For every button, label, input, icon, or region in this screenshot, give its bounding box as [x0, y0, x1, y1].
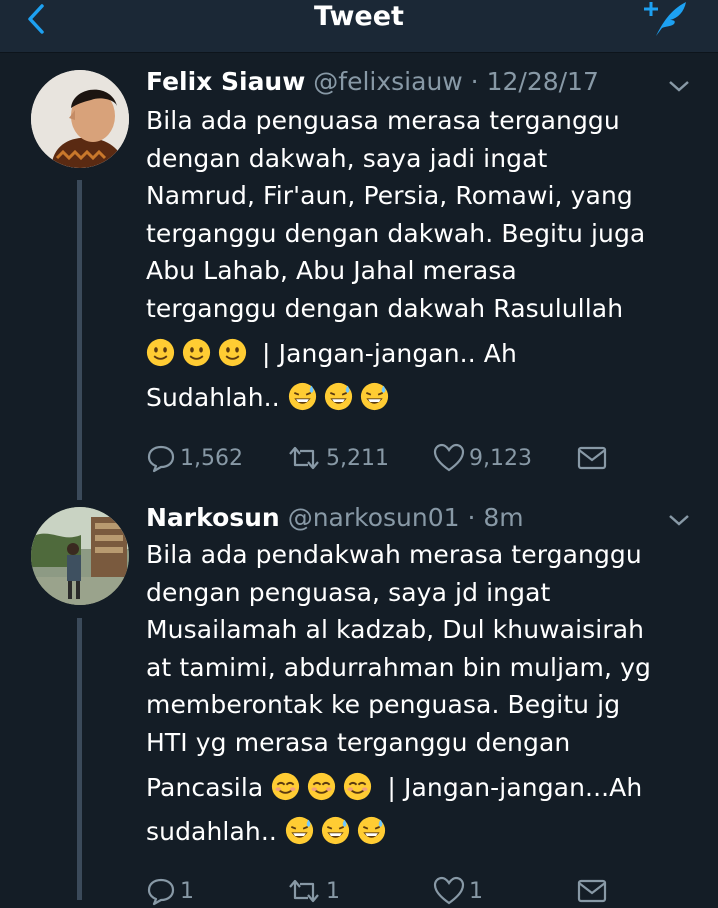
text-line: Abu Lahab, Abu Jahal merasa [146, 256, 517, 285]
text-line: terganggu dengan dakwah Rasulullah [146, 293, 624, 323]
author-handle[interactable]: @narkosun01 [288, 503, 460, 532]
text-fragment: | Jangan-jangan...Ah [379, 773, 643, 802]
text-fragment: Pancasila [146, 773, 272, 802]
text-fragment: | Jangan-jangan.. Ah [254, 339, 517, 368]
top-bar: Tweet [0, 0, 718, 53]
smile-emoji-icon [146, 338, 175, 367]
text-line: Namrud, Fir'aun, Persia, Romawi, yang [146, 181, 633, 210]
reply-icon [147, 445, 175, 473]
thread-line [77, 180, 82, 500]
author-handle[interactable]: @felixsiauw [313, 67, 462, 96]
page-title: Tweet [314, 1, 404, 32]
author-name[interactable]: Felix Siauw [146, 67, 305, 96]
text-fragment: Sudahlah.. [146, 382, 288, 412]
sweat-smile-emoji-icon [360, 382, 388, 410]
text-line: Bila ada penguasa merasa terganggu [146, 106, 620, 135]
smile-emoji-icon [218, 338, 247, 367]
blush-emoji-icon [344, 772, 372, 801]
text-line: dengan penguasa, saya jd ingat [146, 577, 551, 607]
message-button[interactable] [576, 874, 612, 908]
compose-tweet-icon[interactable] [640, 0, 692, 38]
tweet-time[interactable]: 12/28/17 [487, 67, 599, 96]
reply-button[interactable]: 1 [146, 874, 194, 908]
avatar-image [31, 70, 129, 168]
chevron-down-icon[interactable] [664, 510, 694, 530]
blush-emoji-icon [308, 772, 336, 801]
message-button[interactable] [576, 441, 612, 475]
tweet-actions: 1 1 1 [146, 874, 666, 908]
text-line: Pancasila | Jangan-jangan...Ah [146, 769, 696, 807]
retweet-button[interactable]: 1 [286, 874, 340, 908]
reply-button[interactable]: 1,562 [146, 441, 243, 475]
like-button[interactable]: 9,123 [433, 441, 532, 475]
text-line: Sudahlah.. [146, 379, 696, 417]
text-line: terganggu dengan dakwah. Begitu juga [146, 218, 646, 248]
text-line: sudahlah.. [146, 813, 696, 851]
text-line: | Jangan-jangan.. Ah [146, 335, 696, 373]
avatar[interactable] [31, 507, 129, 605]
avatar-image [31, 507, 129, 605]
tweet-header: Narkosun @narkosun01 · 8m [146, 502, 524, 534]
author-name[interactable]: Narkosun [146, 503, 280, 532]
sweat-smile-emoji-icon [285, 816, 314, 844]
retweet-button[interactable]: 5,211 [286, 441, 389, 475]
retweet-icon [289, 879, 319, 903]
envelope-icon [577, 879, 607, 903]
sweat-smile-emoji-icon [321, 816, 350, 844]
text-line: memberontak ke penguasa. Begitu jg [146, 690, 621, 719]
sweat-smile-emoji-icon [324, 382, 352, 410]
avatar[interactable] [31, 70, 129, 168]
text-line: Musailamah al kadzab, Dul khuwaisirah [146, 615, 645, 644]
heart-icon [433, 443, 465, 472]
text-fragment: sudahlah.. [146, 816, 285, 846]
like-count: 9,123 [469, 445, 532, 471]
text-line: at tamimi, abdurrahman bin muljam, yg [146, 652, 651, 682]
retweet-icon [289, 446, 319, 470]
tweet-text: Bila ada pendakwah merasa terganggu deng… [146, 536, 696, 850]
smile-emoji-icon [182, 338, 211, 367]
sweat-smile-emoji-icon [288, 382, 316, 410]
like-button[interactable]: 1 [433, 874, 483, 908]
envelope-icon [577, 446, 607, 470]
tweet-header: Felix Siauw @felixsiauw · 12/28/17 [146, 66, 599, 98]
tweet-actions: 1,562 5,211 9,123 [146, 441, 666, 475]
text-line: dengan dakwah, saya jadi ingat [146, 143, 548, 173]
thread-line [77, 618, 82, 900]
retweet-count: 5,211 [326, 445, 389, 471]
sweat-smile-emoji-icon [357, 816, 386, 844]
text-line: HTI yg merasa terganggu dengan [146, 727, 571, 757]
text-line: Bila ada pendakwah merasa terganggu [146, 540, 642, 569]
heart-icon [433, 876, 465, 905]
separator-dot: · [459, 503, 484, 532]
blush-emoji-icon [272, 772, 300, 801]
chevron-down-icon[interactable] [664, 76, 694, 96]
reply-icon [147, 878, 175, 906]
tweet-text: Bila ada penguasa merasa terganggu denga… [146, 102, 696, 416]
reply-count: 1,562 [180, 445, 243, 471]
separator-dot: · [462, 67, 487, 96]
tweet-time[interactable]: 8m [483, 503, 523, 532]
